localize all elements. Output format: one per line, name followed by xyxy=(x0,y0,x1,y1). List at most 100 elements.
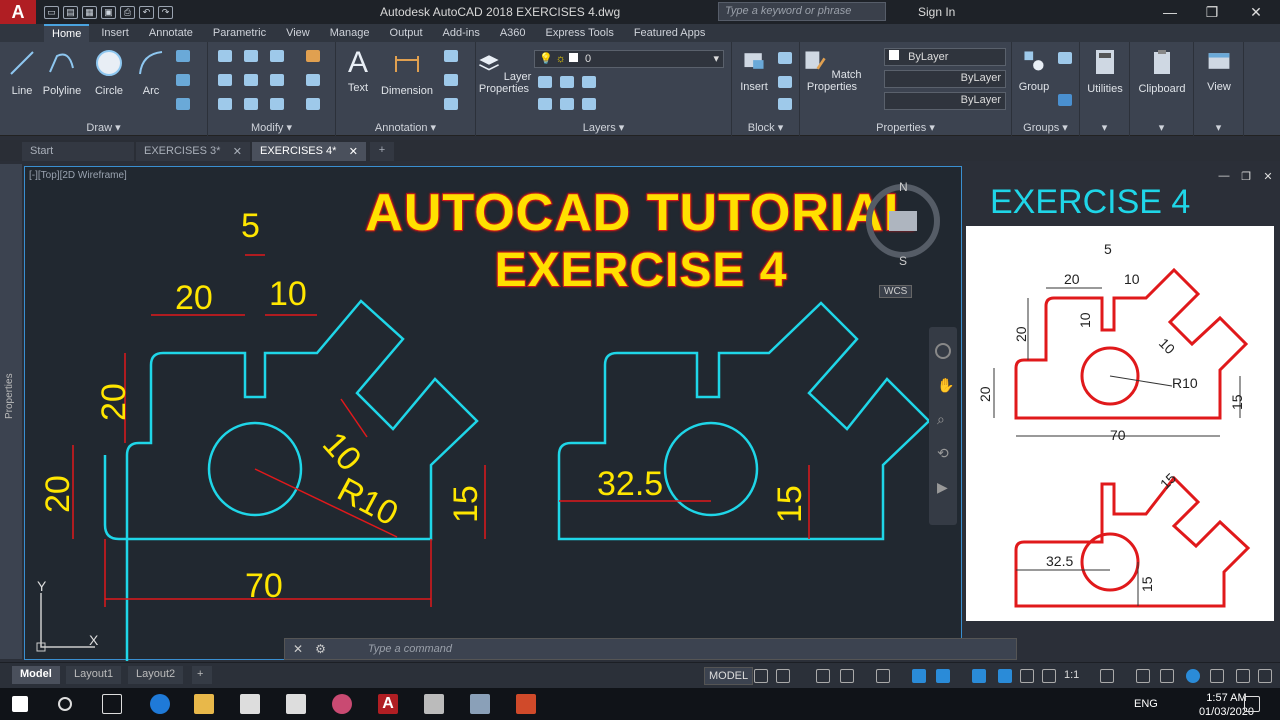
table-icon[interactable] xyxy=(444,98,458,110)
layer-freeze-icon[interactable] xyxy=(582,76,596,88)
edit-block-icon[interactable] xyxy=(778,76,792,88)
erase-icon[interactable] xyxy=(306,50,320,62)
layer-properties-button[interactable]: Layer Properties xyxy=(476,52,532,95)
ortho-icon[interactable] xyxy=(816,669,830,683)
viewport-close-icon[interactable]: ✕ xyxy=(1258,168,1278,184)
search-icon[interactable] xyxy=(58,697,72,711)
tab-layout1[interactable]: Layout1 xyxy=(66,666,122,684)
tab-add-ins[interactable]: Add-ins xyxy=(435,25,488,41)
isodraft-icon[interactable] xyxy=(876,669,890,683)
tab-exercises-3[interactable]: EXERCISES 3* ✕ xyxy=(136,142,250,161)
app-menu-button[interactable]: A xyxy=(0,0,36,24)
task-view-icon[interactable] xyxy=(102,694,122,714)
photos-icon[interactable] xyxy=(470,694,490,714)
close-icon[interactable]: ✕ xyxy=(293,642,303,656)
clipboard-chevron-icon[interactable]: ▾ xyxy=(1130,121,1193,134)
notifications-icon[interactable] xyxy=(1244,696,1260,712)
open-icon[interactable]: ▤ xyxy=(63,5,78,19)
utilities-button[interactable]: Utilities xyxy=(1082,48,1128,95)
model-space-button[interactable]: MODEL xyxy=(704,667,754,685)
new-tab-button[interactable]: + xyxy=(370,142,394,161)
layers-panel-title[interactable]: Layers ▾ xyxy=(476,121,731,134)
app-icon[interactable] xyxy=(332,694,352,714)
close-icon[interactable]: ✕ xyxy=(1236,0,1276,24)
tab-express-tools[interactable]: Express Tools xyxy=(538,25,622,41)
polyline-tool[interactable]: Polyline xyxy=(40,48,84,97)
tab-output[interactable]: Output xyxy=(382,25,431,41)
ungroup-icon[interactable] xyxy=(1058,52,1072,64)
selection-cycling-icon[interactable] xyxy=(1020,669,1034,683)
annotation-panel-title[interactable]: Annotation ▾ xyxy=(336,121,475,134)
offset-icon[interactable] xyxy=(306,98,320,110)
properties-panel-title[interactable]: Properties ▾ xyxy=(800,121,1011,134)
properties-palette-strip[interactable]: Properties xyxy=(0,164,22,659)
object-snap-icon[interactable] xyxy=(936,669,950,683)
move-icon[interactable] xyxy=(218,50,232,62)
windows-start-icon[interactable] xyxy=(12,696,28,712)
steering-wheel-icon[interactable] xyxy=(935,343,951,359)
object-snap-tracking-icon[interactable] xyxy=(912,669,926,683)
line-tool[interactable]: Line xyxy=(6,48,38,97)
multileader-icon[interactable] xyxy=(444,50,458,62)
undo-icon[interactable]: ↶ xyxy=(139,5,154,19)
create-block-icon[interactable] xyxy=(778,52,792,64)
layer-lock-icon[interactable] xyxy=(582,98,596,110)
circle-tool[interactable]: Circle xyxy=(90,48,128,97)
layer-match-icon[interactable] xyxy=(538,98,552,110)
edge-icon[interactable] xyxy=(150,694,170,714)
command-input[interactable]: Type a command xyxy=(368,643,452,655)
match-properties-button[interactable]: Match Properties xyxy=(802,48,862,93)
viewcube[interactable]: N S xyxy=(863,177,943,267)
layer-dropdown[interactable]: 💡 ☼ 0 ▾ xyxy=(534,50,724,68)
close-icon[interactable]: ✕ xyxy=(233,145,242,158)
annotation-scale[interactable]: 1:1 xyxy=(1064,669,1079,681)
lineweight-icon[interactable] xyxy=(972,669,986,683)
hatch-icon[interactable] xyxy=(176,74,190,86)
boundary-icon[interactable] xyxy=(176,98,190,110)
stretch-icon[interactable] xyxy=(218,98,232,110)
tab-view[interactable]: View xyxy=(278,25,318,41)
tab-a360[interactable]: A360 xyxy=(492,25,534,41)
text-tool[interactable]: A Text xyxy=(342,48,374,95)
fillet-icon[interactable] xyxy=(270,74,284,86)
explode-icon[interactable] xyxy=(306,74,320,86)
attribute-icon[interactable] xyxy=(778,98,792,110)
tab-manage[interactable]: Manage xyxy=(322,25,378,41)
save-as-icon[interactable]: ▣ xyxy=(101,5,116,19)
layer-off-icon[interactable] xyxy=(560,98,574,110)
trim-icon[interactable] xyxy=(270,50,284,62)
tab-home[interactable]: Home xyxy=(44,24,90,42)
color-dropdown[interactable]: ByLayer xyxy=(884,48,1006,66)
autocad-taskbar-icon[interactable]: A xyxy=(378,694,398,714)
wcs-menu[interactable]: WCS xyxy=(879,285,913,298)
tab-featured-apps[interactable]: Featured Apps xyxy=(626,25,714,41)
group-select-icon[interactable] xyxy=(1058,94,1072,106)
search-input[interactable]: Type a keyword or phrase xyxy=(718,2,886,21)
arc-tool[interactable]: Arc xyxy=(134,48,168,97)
workspace-gear-icon[interactable] xyxy=(1100,669,1114,683)
modify-panel-title[interactable]: Modify ▾ xyxy=(208,121,335,134)
language-indicator[interactable]: ENG xyxy=(1134,698,1158,710)
close-icon[interactable]: ✕ xyxy=(349,145,358,158)
view-button[interactable]: View xyxy=(1196,48,1242,93)
layer-iso-icon[interactable] xyxy=(560,76,574,88)
save-icon[interactable]: ▦ xyxy=(82,5,97,19)
units-icon[interactable] xyxy=(1160,669,1174,683)
viewport-restore-icon[interactable]: ❐ xyxy=(1236,168,1256,184)
clean-screen-icon[interactable] xyxy=(1236,669,1250,683)
transparency-icon[interactable] xyxy=(998,669,1012,683)
wrench-icon[interactable]: ⚙ xyxy=(315,642,326,656)
tab-annotate[interactable]: Annotate xyxy=(141,25,201,41)
file-explorer-icon[interactable] xyxy=(194,694,214,714)
polar-icon[interactable] xyxy=(840,669,854,683)
rectangle-icon[interactable] xyxy=(176,50,190,62)
tab-parametric[interactable]: Parametric xyxy=(205,25,274,41)
linetype-dropdown[interactable]: ByLayer xyxy=(884,70,1006,88)
isolate-objects-icon[interactable] xyxy=(1186,669,1200,683)
snap-icon[interactable] xyxy=(776,669,790,683)
powerpoint-icon[interactable] xyxy=(516,694,536,714)
customization-icon[interactable] xyxy=(1258,669,1272,683)
annotation-visibility-icon[interactable] xyxy=(1042,669,1056,683)
calculator-icon[interactable] xyxy=(424,694,444,714)
dimension-tool[interactable]: Dimension xyxy=(378,48,436,97)
